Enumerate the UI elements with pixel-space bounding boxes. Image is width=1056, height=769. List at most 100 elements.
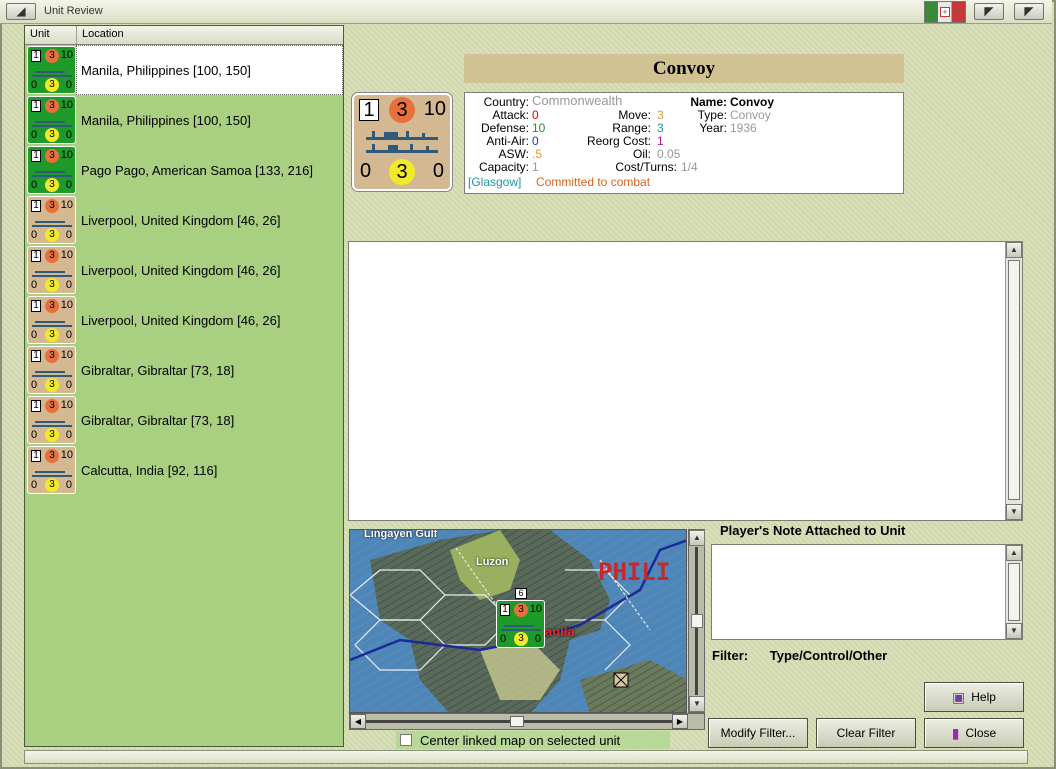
unit-counter: 1 3 10 0 3 0: [27, 346, 76, 394]
map-unit-counter[interactable]: 1 3 10 0 3 0: [496, 600, 545, 648]
counter-attack-circle: 3: [45, 299, 59, 313]
list-item[interactable]: 1 3 10 0 3 0 Calcutta, India [92, 116]: [25, 445, 343, 495]
counter-strength-box: 1: [31, 350, 41, 362]
scroll-thumb[interactable]: [691, 614, 703, 628]
counter-right-value: 0: [65, 429, 72, 441]
counter-right-value: 0: [65, 329, 72, 341]
door-icon: ▮: [951, 724, 960, 741]
list-item[interactable]: 1 3 10 0 3 0 Liverpool, United Kingdom [46, 26…: [25, 295, 343, 345]
status-text: Committed to combat: [536, 175, 651, 189]
description-scrollbar[interactable]: ▲ ▼: [1005, 242, 1022, 520]
list-item[interactable]: 1 3 10 0 3 0 Manila, Philippines [100, 150]: [25, 45, 343, 95]
counter-right-value: 0: [65, 129, 72, 141]
scroll-down-arrow-icon[interactable]: ▼: [1006, 623, 1022, 639]
scroll-down-arrow-icon[interactable]: ▼: [689, 696, 705, 712]
ship-silhouette-icon: [32, 365, 72, 377]
scroll-thumb[interactable]: [1008, 563, 1020, 621]
unit-location: Calcutta, India [92, 116]: [81, 462, 218, 478]
list-header: Unit Location: [25, 26, 343, 45]
counter-defense: 10: [60, 349, 73, 361]
label-cost-turns: Cost/Turns:: [615, 160, 677, 174]
scroll-thumb[interactable]: [1008, 260, 1020, 500]
unit-location: Gibraltar, Gibraltar [73, 18]: [81, 412, 235, 428]
linked-map[interactable]: Lingayen Gulf Luzon PHILI anila 6 1 3 10…: [349, 529, 687, 713]
center-map-checkbox[interactable]: [400, 734, 412, 746]
value-defense: 10: [532, 121, 546, 135]
scroll-left-arrow-icon[interactable]: ◀: [350, 714, 366, 729]
counter-move-circle: 3: [45, 428, 59, 442]
counter-strength-box: 1: [31, 250, 41, 262]
counter-right-value: 0: [65, 379, 72, 391]
book-icon: ▣: [952, 688, 966, 705]
column-header-unit[interactable]: Unit: [25, 26, 77, 44]
list-rows: 1 3 10 0 3 0 Manila, Philippines [100, 150] 1 3 1…: [25, 45, 343, 495]
list-item[interactable]: 1 3 10 0 3 0 Gibraltar, Gibraltar [73, 18]: [25, 345, 343, 395]
counter-strength-box: 1: [31, 400, 41, 412]
unit-info-panel: Country: Commonwealth Attack: 0 Defense:…: [464, 92, 904, 194]
note-scrollbar[interactable]: ▲ ▼: [1005, 545, 1022, 639]
list-item[interactable]: 1 3 10 0 3 0 Manila, Philippines [100, 150]: [25, 95, 343, 145]
column-header-location[interactable]: Location: [77, 26, 343, 44]
counter-move-circle: 3: [45, 328, 59, 342]
nation-flag-icon: +: [924, 1, 966, 23]
counter-left-value: 0: [360, 160, 372, 182]
counter-defense: 10: [529, 603, 542, 615]
close-window-button[interactable]: ◤: [974, 3, 1004, 20]
counter-right-value: 0: [65, 279, 72, 291]
counter-left-value: 0: [31, 129, 38, 141]
label-range: Range:: [612, 121, 651, 135]
ship-silhouette-icon: [32, 215, 72, 227]
ship-silhouette-icon: [366, 131, 438, 153]
scroll-up-arrow-icon[interactable]: ▲: [1006, 242, 1022, 258]
collapse-button[interactable]: ◢: [6, 3, 36, 20]
value-capacity: 1: [532, 160, 539, 174]
counter-left-value: 0: [31, 229, 38, 241]
list-item[interactable]: 1 3 10 0 3 0 Pago Pago, American Samoa [133, 2…: [25, 145, 343, 195]
help-button[interactable]: ▣ Help: [924, 682, 1024, 712]
counter-attack-circle: 3: [45, 199, 59, 213]
unit-location: Liverpool, United Kingdom [46, 26]: [81, 312, 281, 328]
scroll-right-arrow-icon[interactable]: ▶: [672, 714, 688, 729]
title-bar: ◢ Unit Review + ◤ ◤: [0, 0, 1052, 24]
player-note-textarea[interactable]: ▲ ▼: [711, 544, 1023, 640]
bottom-frame-bar: [24, 750, 1028, 764]
unit-location: Manila, Philippines [100, 150]: [76, 45, 343, 95]
map-horizontal-scrollbar[interactable]: ◀ ▶: [349, 713, 705, 730]
unit-description-box[interactable]: ▲ ▼: [348, 241, 1023, 521]
scroll-up-arrow-icon[interactable]: ▲: [689, 530, 705, 546]
map-vertical-scrollbar[interactable]: ▲ ▼: [688, 529, 705, 713]
resize-button[interactable]: ◤: [1014, 3, 1044, 20]
value-country: Commonwealth: [532, 93, 623, 108]
ship-silhouette-icon: [32, 265, 72, 277]
list-item[interactable]: 1 3 10 0 3 0 Liverpool, United Kingdom [46, 26…: [25, 245, 343, 295]
label-name: Name:: [690, 95, 727, 109]
list-item[interactable]: 1 3 10 0 3 0 Liverpool, United Kingdom [46, 26…: [25, 195, 343, 245]
map-stack-count: 6: [515, 588, 527, 599]
scroll-down-arrow-icon[interactable]: ▼: [1006, 504, 1022, 520]
counter-defense: 10: [60, 149, 73, 161]
counter-attack-circle: 3: [45, 149, 59, 163]
counter-defense: 10: [60, 99, 73, 111]
list-item[interactable]: 1 3 10 0 3 0 Gibraltar, Gibraltar [73, 18]: [25, 395, 343, 445]
counter-defense: 10: [60, 249, 73, 261]
counter-attack-circle: 3: [45, 49, 59, 63]
filter-row: Filter: Type/Control/Other: [712, 648, 905, 663]
map-label-country: PHILI: [598, 558, 671, 586]
counter-right-value: 0: [65, 79, 72, 91]
counter-move-circle: 3: [45, 278, 59, 292]
counter-attack-circle: 3: [45, 99, 59, 113]
scroll-up-arrow-icon[interactable]: ▲: [1006, 545, 1022, 561]
unit-counter: 1 3 10 0 3 0: [27, 246, 76, 294]
note-title: Player's Note Attached to Unit: [720, 523, 906, 538]
unit-counter: 1 3 10 0 3 0: [27, 196, 76, 244]
unit-counter: 1 3 10 0 3 0: [27, 296, 76, 344]
close-button-label: Close: [965, 726, 997, 740]
clear-filter-button[interactable]: Clear Filter: [816, 718, 916, 748]
label-type: Type:: [697, 108, 727, 122]
scroll-thumb[interactable]: [510, 716, 524, 727]
counter-attack-circle: 3: [514, 603, 528, 617]
close-button[interactable]: ▮ Close: [924, 718, 1024, 748]
counter-defense: 10: [423, 98, 446, 120]
modify-filter-button[interactable]: Modify Filter...: [708, 718, 808, 748]
center-map-option[interactable]: Center linked map on selected unit: [396, 731, 670, 749]
